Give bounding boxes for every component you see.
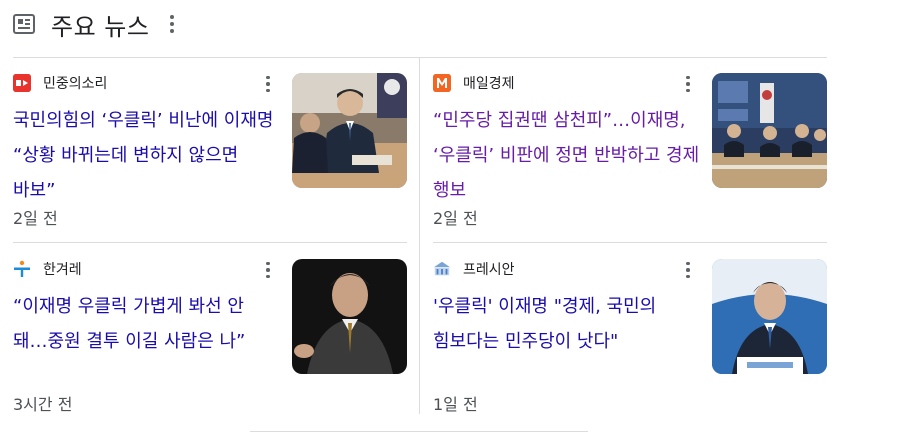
headline-link[interactable]: 국민의힘의 ‘우클릭’ 비난에 이재명 “상황 바뀌는데 변하지 않으면 바보” (13, 103, 283, 208)
source-favicon-icon (433, 74, 451, 92)
column-divider (419, 58, 420, 414)
card-more-options-icon[interactable] (263, 261, 273, 279)
headline-link[interactable]: “민주당 집권땐 삼천피”…이재명, ‘우클릭’ 비판에 정면 반박하고 경제 … (433, 103, 703, 208)
timestamp: 2일 전 (13, 209, 58, 228)
timestamp: 3시간 전 (13, 395, 73, 414)
source-name: 한겨레 (43, 262, 82, 278)
news-card[interactable]: 한겨레 “이재명 우클릭 가볍게 봐선 안 돼…중원 결투 이길 사람은 나” … (13, 259, 407, 429)
divider (13, 57, 827, 58)
source-favicon-icon (13, 260, 31, 278)
news-thumbnail[interactable] (712, 73, 827, 188)
card-more-options-icon[interactable] (683, 75, 693, 93)
news-card[interactable]: 프레시안 '우클릭' 이재명 "경제, 국민의 힘보다는 민주당이 낫다" 1일… (433, 259, 827, 429)
section-title: 주요 뉴스 (51, 12, 150, 41)
timestamp: 2일 전 (433, 209, 478, 228)
source-name: 민중의소리 (43, 76, 108, 92)
news-source: 매일경제 (433, 73, 515, 93)
news-thumbnail[interactable] (292, 73, 407, 188)
news-source: 한겨레 (13, 259, 82, 279)
timestamp: 1일 전 (433, 395, 478, 414)
card-more-options-icon[interactable] (683, 261, 693, 279)
news-card[interactable]: 매일경제 “민주당 집권땐 삼천피”…이재명, ‘우클릭’ 비판에 정면 반박하… (433, 73, 827, 243)
headline-link[interactable]: '우클릭' 이재명 "경제, 국민의 힘보다는 민주당이 낫다" (433, 289, 703, 359)
source-favicon-icon (433, 260, 451, 278)
source-name: 매일경제 (463, 76, 515, 92)
news-thumbnail[interactable] (712, 259, 827, 374)
top-stories-header: 주요 뉴스 (13, 6, 177, 42)
source-name: 프레시안 (463, 262, 515, 278)
more-options-icon[interactable] (167, 13, 177, 35)
divider (250, 431, 588, 435)
news-thumbnail[interactable] (292, 259, 407, 374)
news-icon (13, 13, 35, 35)
source-favicon-icon (13, 74, 31, 92)
news-card[interactable]: 민중의소리 국민의힘의 ‘우클릭’ 비난에 이재명 “상황 바뀌는데 변하지 않… (13, 73, 407, 243)
headline-link[interactable]: “이재명 우클릭 가볍게 봐선 안 돼…중원 결투 이길 사람은 나” (13, 289, 283, 359)
news-source: 민중의소리 (13, 73, 107, 93)
news-source: 프레시안 (433, 259, 515, 279)
card-more-options-icon[interactable] (263, 75, 273, 93)
